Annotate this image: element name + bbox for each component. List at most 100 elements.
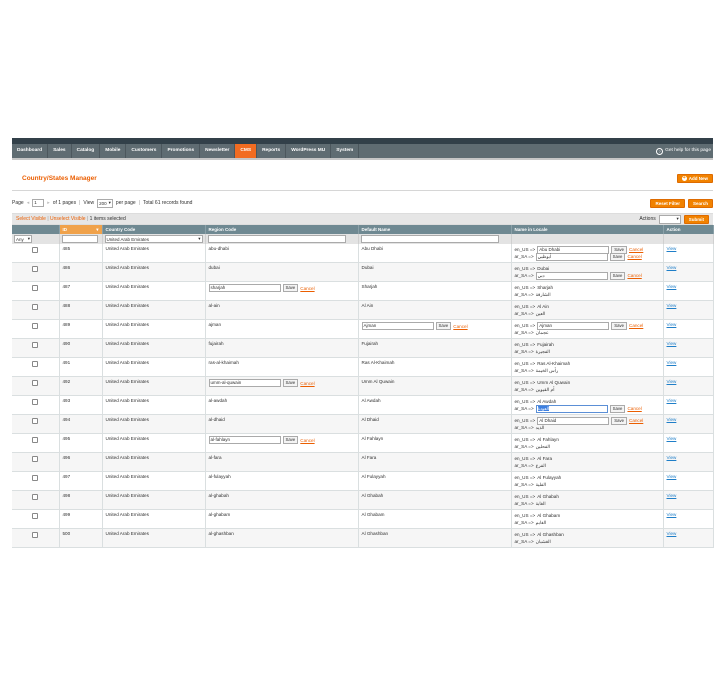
row-checkbox[interactable] xyxy=(32,437,39,443)
view-link[interactable]: View xyxy=(667,322,677,327)
view-link[interactable]: View xyxy=(667,455,677,460)
id-filter-input[interactable] xyxy=(61,235,99,243)
save-button[interactable]: Save xyxy=(611,416,627,425)
table-row[interactable]: 496 United Arab Emirates al-fara Al Fara en_… xyxy=(12,452,714,472)
save-button[interactable]: Save xyxy=(609,404,626,413)
view-link[interactable]: View xyxy=(667,360,677,365)
cancel-link[interactable]: Cancel xyxy=(629,322,643,329)
actions-select[interactable]: ▾ xyxy=(658,214,681,224)
save-button[interactable]: Save xyxy=(435,322,452,330)
row-checkbox[interactable] xyxy=(32,513,39,519)
view-link[interactable]: View xyxy=(667,341,677,346)
country-filter-select[interactable]: United Arab Emirates ▾ xyxy=(104,235,203,243)
select-visible-link[interactable]: Select Visible xyxy=(16,216,46,222)
table-row[interactable]: 500 United Arab Emirates al-ghashban Al Gha… xyxy=(12,528,714,548)
view-link[interactable]: View xyxy=(667,493,677,498)
default-name-filter-input[interactable] xyxy=(360,235,499,243)
table-row[interactable]: 490 United Arab Emirates fujairah Fujairah e… xyxy=(12,338,714,358)
table-row[interactable]: 485 United Arab Emirates abu-dhabi Abu Dhab… xyxy=(12,244,714,263)
row-checkbox[interactable] xyxy=(32,247,39,253)
save-button[interactable]: Save xyxy=(282,379,299,387)
row-checkbox[interactable] xyxy=(32,418,39,424)
row-checkbox[interactable] xyxy=(32,342,39,348)
nav-item-catalog[interactable]: Catalog xyxy=(72,144,101,158)
nav-item-system[interactable]: System xyxy=(331,144,360,158)
row-checkbox[interactable] xyxy=(32,304,39,310)
next-page-icon[interactable]: ▸ xyxy=(47,200,50,206)
inline-edit-input[interactable]: العودة xyxy=(535,404,608,413)
table-row[interactable]: 486 United Arab Emirates dubai Dubai en_US =… xyxy=(12,262,714,282)
col-region-code[interactable]: Region Code xyxy=(205,225,359,234)
table-row[interactable]: 495 United Arab Emirates al-fahlayn Save Can… xyxy=(12,433,714,453)
view-link[interactable]: View xyxy=(667,417,677,422)
inline-edit-input[interactable]: دبي xyxy=(535,271,608,280)
cancel-link[interactable]: Cancel xyxy=(627,272,641,279)
reset-filter-button[interactable]: Reset Filter xyxy=(650,198,685,208)
add-new-button[interactable]: + Add New xyxy=(676,173,713,183)
save-button[interactable]: Save xyxy=(282,436,299,444)
nav-item-wordpress-mu[interactable]: WordPress MU xyxy=(286,144,332,158)
table-row[interactable]: 498 United Arab Emirates al-ghabah Al Ghaba… xyxy=(12,490,714,510)
cancel-link[interactable]: Cancel xyxy=(300,438,314,443)
row-checkbox[interactable] xyxy=(32,399,39,405)
row-checkbox[interactable] xyxy=(32,456,39,462)
inline-edit-input[interactable]: umm-al-quwain xyxy=(208,379,281,387)
help-link[interactable]: ? Get help for this page xyxy=(656,144,711,158)
region-filter-input[interactable] xyxy=(207,235,346,243)
view-link[interactable]: View xyxy=(667,398,677,403)
per-page-select[interactable]: 200 ▾ xyxy=(97,198,113,208)
cancel-link[interactable]: Cancel xyxy=(627,405,641,412)
view-link[interactable]: View xyxy=(667,303,677,308)
nav-item-promotions[interactable]: Promotions xyxy=(162,144,201,158)
nav-item-newsletter[interactable]: Newsletter xyxy=(200,144,236,158)
table-row[interactable]: 497 United Arab Emirates al-fulayyah Al Ful… xyxy=(12,471,714,491)
row-checkbox[interactable] xyxy=(32,494,39,500)
massaction-filter-select[interactable]: Any ▾ xyxy=(14,235,32,243)
inline-edit-input[interactable]: sharjah xyxy=(208,284,281,292)
cancel-link[interactable]: Cancel xyxy=(627,253,641,260)
view-link[interactable]: View xyxy=(667,512,677,517)
row-checkbox[interactable] xyxy=(32,380,39,386)
page-input[interactable]: 1 xyxy=(32,199,45,207)
row-checkbox[interactable] xyxy=(32,475,39,481)
row-checkbox[interactable] xyxy=(32,532,39,538)
col-country-code[interactable]: Country Code xyxy=(102,225,206,234)
save-button[interactable]: Save xyxy=(611,321,627,330)
view-link[interactable]: View xyxy=(667,379,677,384)
view-link[interactable]: View xyxy=(667,474,677,479)
cancel-link[interactable]: Cancel xyxy=(300,286,314,291)
inline-edit-input[interactable]: al-fahlayn xyxy=(208,436,281,444)
nav-item-sales[interactable]: Sales xyxy=(48,144,72,158)
nav-item-cms[interactable]: CMS xyxy=(235,144,258,158)
search-button[interactable]: Search xyxy=(687,198,713,208)
cancel-link[interactable]: Cancel xyxy=(629,417,643,424)
table-row[interactable]: 492 United Arab Emirates umm-al-quwain Save… xyxy=(12,376,714,396)
inline-edit-input[interactable]: أبوظبي xyxy=(535,252,608,261)
table-row[interactable]: 499 United Arab Emirates al-ghabam Al Ghaba… xyxy=(12,509,714,529)
row-checkbox[interactable] xyxy=(32,323,39,329)
view-link[interactable]: View xyxy=(667,284,677,289)
table-row[interactable]: 488 United Arab Emirates al-ain Al Ain en_US… xyxy=(12,300,714,320)
row-checkbox[interactable] xyxy=(32,285,39,291)
view-link[interactable]: View xyxy=(667,265,677,270)
save-button[interactable]: Save xyxy=(609,252,626,261)
row-checkbox[interactable] xyxy=(32,361,39,367)
view-link[interactable]: View xyxy=(667,436,677,441)
nav-item-mobile[interactable]: Mobile xyxy=(100,144,127,158)
table-row[interactable]: 491 United Arab Emirates ras-al-khaimah Ras… xyxy=(12,357,714,377)
view-link[interactable]: View xyxy=(667,531,677,536)
cancel-link[interactable]: Cancel xyxy=(300,381,314,386)
table-row[interactable]: 493 United Arab Emirates al-awdah Al Awdah e… xyxy=(12,395,714,415)
nav-item-reports[interactable]: Reports xyxy=(257,144,287,158)
save-button[interactable]: Save xyxy=(282,284,299,292)
nav-item-dashboard[interactable]: Dashboard xyxy=(12,144,49,158)
unselect-visible-link[interactable]: Unselect Visible xyxy=(50,216,85,222)
inline-edit-input[interactable]: Al Dhaid xyxy=(537,416,610,425)
row-checkbox[interactable] xyxy=(32,266,39,272)
prev-page-icon[interactable]: ◂ xyxy=(27,200,30,206)
table-row[interactable]: 494 United Arab Emirates al-dhaid Al Dhaid e… xyxy=(12,414,714,434)
col-id[interactable]: ID ▾ xyxy=(59,225,103,234)
submit-button[interactable]: Submit xyxy=(683,214,709,224)
table-row[interactable]: 489 United Arab Emirates ajman Ajman Save Can… xyxy=(12,319,714,339)
table-row[interactable]: 487 United Arab Emirates sharjah Save Cancel… xyxy=(12,281,714,301)
